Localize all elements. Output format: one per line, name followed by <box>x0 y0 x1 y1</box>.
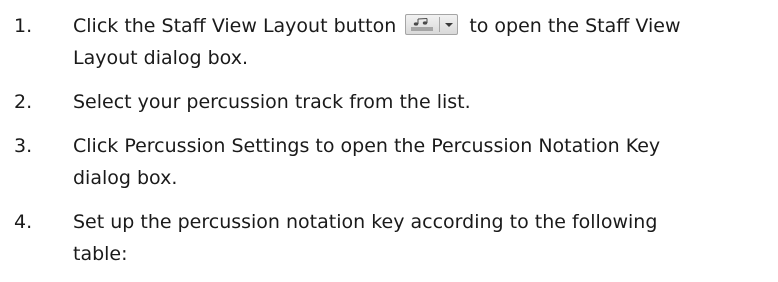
step-number: 2. <box>14 91 33 113</box>
step-line: dialog box. <box>73 167 178 189</box>
step-text: Select your percussion track from the li… <box>73 86 778 118</box>
step-number: 4. <box>14 211 33 233</box>
step-line: table: <box>73 243 128 265</box>
staff-view-layout-button[interactable] <box>405 14 459 35</box>
staff-view-layout-icon <box>411 18 434 31</box>
step-text: Set up the percussion notation key accor… <box>73 206 778 270</box>
step-line: Select your percussion track from the li… <box>73 91 471 113</box>
step-text-after-button: to open the Staff View <box>463 15 681 37</box>
step-number: 1. <box>14 15 33 37</box>
step-line: Layout dialog box. <box>73 47 248 69</box>
step-line: Set up the percussion notation key accor… <box>73 211 658 233</box>
step-line: Click Percussion Settings to open the Pe… <box>73 135 661 157</box>
step-text: Click Percussion Settings to open the Pe… <box>73 130 778 194</box>
button-separator <box>439 17 441 32</box>
step-text-before-button: Click the Staff View Layout button <box>73 15 403 37</box>
dropdown-arrow-icon[interactable] <box>443 18 455 31</box>
step-text: Click the Staff View Layout button to op… <box>73 10 778 74</box>
step-number: 3. <box>14 135 33 157</box>
step-line: Click the Staff View Layout button to op… <box>73 10 778 42</box>
